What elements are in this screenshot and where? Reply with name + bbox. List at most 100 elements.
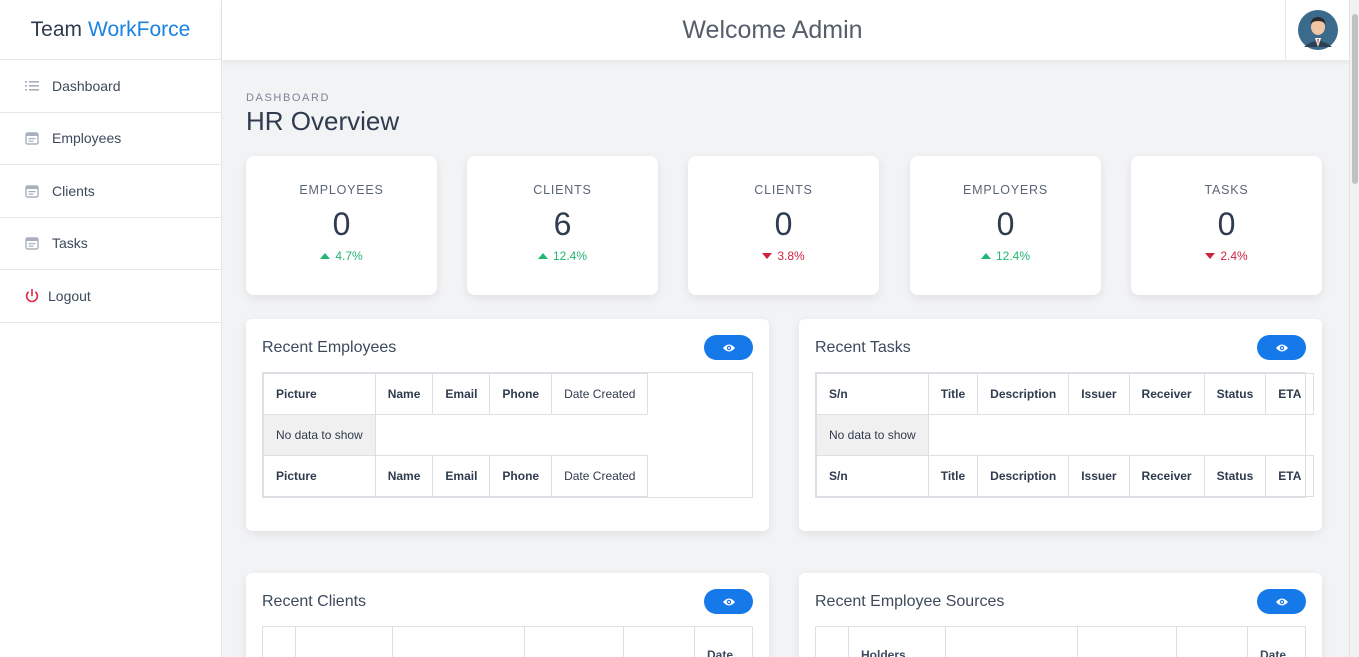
sidebar-item-label: Logout <box>48 287 91 304</box>
column-footer: Phone <box>489 455 553 497</box>
stat-delta: 12.4% <box>467 249 658 263</box>
eye-icon <box>722 344 735 351</box>
stat-delta: 12.4% <box>910 249 1101 263</box>
scrollbar-thumb[interactable] <box>1352 14 1358 184</box>
stat-value: 0 <box>1217 206 1236 242</box>
column-header[interactable]: Receiver <box>1128 373 1205 415</box>
welcome-title: Welcome Admin <box>682 15 863 44</box>
column-header[interactable] <box>296 627 393 657</box>
column-header[interactable] <box>1177 627 1248 657</box>
empty-message: No data to show <box>816 414 929 456</box>
column-header[interactable]: S/n <box>816 373 929 415</box>
stat-delta-value: 3.8% <box>777 249 805 263</box>
view-employee-sources-button[interactable] <box>1257 589 1306 614</box>
recent-tasks-panel: Recent Tasks S/n Title Description Issue… <box>799 319 1322 531</box>
column-header[interactable]: Email <box>432 373 491 415</box>
column-header[interactable] <box>946 627 1078 657</box>
stat-card-employers: EMPLOYERS 0 12.4% <box>910 156 1101 295</box>
page-scrollbar[interactable] <box>1349 0 1359 657</box>
column-header[interactable]: Description <box>977 373 1070 415</box>
panel-title: Recent Tasks <box>815 339 911 356</box>
table-row: No data to show <box>263 414 648 456</box>
table-row: No data to show <box>816 414 1314 456</box>
recent-clients-panel: Recent Clients Date <box>246 573 769 657</box>
column-header[interactable]: Date Created <box>551 373 649 415</box>
table-footer-row: Picture Name Email Phone Date Created <box>263 455 649 497</box>
table-header-row: Picture Name Email Phone Date Created <box>263 373 649 415</box>
recent-employees-panel: Recent Employees Picture Name Email Phon… <box>246 319 769 531</box>
view-clients-button[interactable] <box>704 589 753 614</box>
column-footer: Issuer <box>1068 455 1130 497</box>
stat-label: CLIENTS <box>533 183 592 197</box>
sidebar-item-clients[interactable]: Clients <box>0 165 221 218</box>
power-icon <box>24 288 40 304</box>
stat-delta-value: 12.4% <box>552 249 588 263</box>
column-header[interactable] <box>525 627 624 657</box>
sidebar-item-label: Employees <box>52 130 122 147</box>
column-header[interactable]: Date <box>1248 627 1298 657</box>
stat-delta-value: 12.4% <box>995 249 1031 263</box>
trend-down-icon <box>762 253 773 259</box>
column-header[interactable]: Name <box>374 373 434 415</box>
admin-avatar-icon <box>1297 10 1338 50</box>
sidebar-item-label: Tasks <box>52 235 88 252</box>
column-header[interactable] <box>1078 627 1177 657</box>
recent-employee-sources-panel: Recent Employee Sources Holders Date <box>799 573 1322 657</box>
column-header[interactable]: Date <box>695 627 745 657</box>
calendar-icon <box>24 235 40 251</box>
stat-card-clients-2: CLIENTS 0 3.8% <box>688 156 879 295</box>
sidebar-item-logout[interactable]: Logout <box>0 270 221 323</box>
sidebar-item-label: Dashboard <box>52 77 121 94</box>
eye-icon <box>1275 598 1288 605</box>
sidebar-item-dashboard[interactable]: Dashboard <box>0 60 221 113</box>
stat-delta: 2.4% <box>1131 249 1322 263</box>
page-title: HR Overview <box>246 106 400 136</box>
column-header[interactable]: Phone <box>489 373 553 415</box>
column-footer: ETA <box>1265 455 1315 497</box>
tasks-table-wrapper[interactable]: S/n Title Description Issuer Receiver St… <box>815 372 1315 498</box>
employees-table-wrapper[interactable]: Picture Name Email Phone Date Created No… <box>262 372 753 498</box>
trend-up-icon <box>537 253 548 259</box>
view-tasks-button[interactable] <box>1257 335 1306 360</box>
column-footer: Title <box>927 455 979 497</box>
stat-value: 0 <box>774 206 793 242</box>
view-employees-button[interactable] <box>704 335 753 360</box>
sidebar-item-label: Clients <box>52 182 95 199</box>
stat-delta: 4.7% <box>246 249 437 263</box>
stat-delta: 3.8% <box>688 249 879 263</box>
column-footer: Name <box>374 455 434 497</box>
column-footer: Description <box>977 455 1070 497</box>
sidebar-item-employees[interactable]: Employees <box>0 113 221 165</box>
panel-title: Recent Employees <box>262 339 397 356</box>
column-header[interactable]: ETA <box>1265 373 1315 415</box>
stat-value: 0 <box>332 206 351 242</box>
panel-title: Recent Clients <box>262 593 367 610</box>
column-header[interactable] <box>393 627 525 657</box>
trend-up-icon <box>980 253 991 259</box>
stat-label: EMPLOYERS <box>962 183 1048 197</box>
column-footer: S/n <box>816 455 929 497</box>
employees-table: Picture Name Email Phone Date Created No… <box>263 373 649 497</box>
column-header[interactable] <box>263 627 296 657</box>
sidebar-item-tasks[interactable]: Tasks <box>0 218 221 270</box>
column-header[interactable] <box>816 627 849 657</box>
column-header[interactable] <box>624 627 695 657</box>
column-header[interactable]: Title <box>927 373 979 415</box>
table-footer-row: S/n Title Description Issuer Receiver St… <box>816 455 1315 497</box>
column-header[interactable]: Issuer <box>1068 373 1130 415</box>
stat-label: CLIENTS <box>754 183 813 197</box>
column-footer: Status <box>1203 455 1267 497</box>
column-footer: Picture <box>263 455 376 497</box>
brand-prefix: Team <box>30 17 83 41</box>
column-footer: Date Created <box>551 455 649 497</box>
stat-card-tasks: TASKS 0 2.4% <box>1131 156 1322 295</box>
column-header[interactable]: Picture <box>263 373 376 415</box>
empty-message: No data to show <box>263 414 376 456</box>
stat-value: 0 <box>996 206 1015 242</box>
stat-value: 6 <box>553 206 572 242</box>
column-header[interactable]: Holders <box>849 627 946 657</box>
calendar-icon <box>24 183 40 199</box>
brand-logo[interactable]: Team WorkForce <box>0 0 221 60</box>
column-header[interactable]: Status <box>1203 373 1267 415</box>
avatar[interactable] <box>1285 0 1349 60</box>
